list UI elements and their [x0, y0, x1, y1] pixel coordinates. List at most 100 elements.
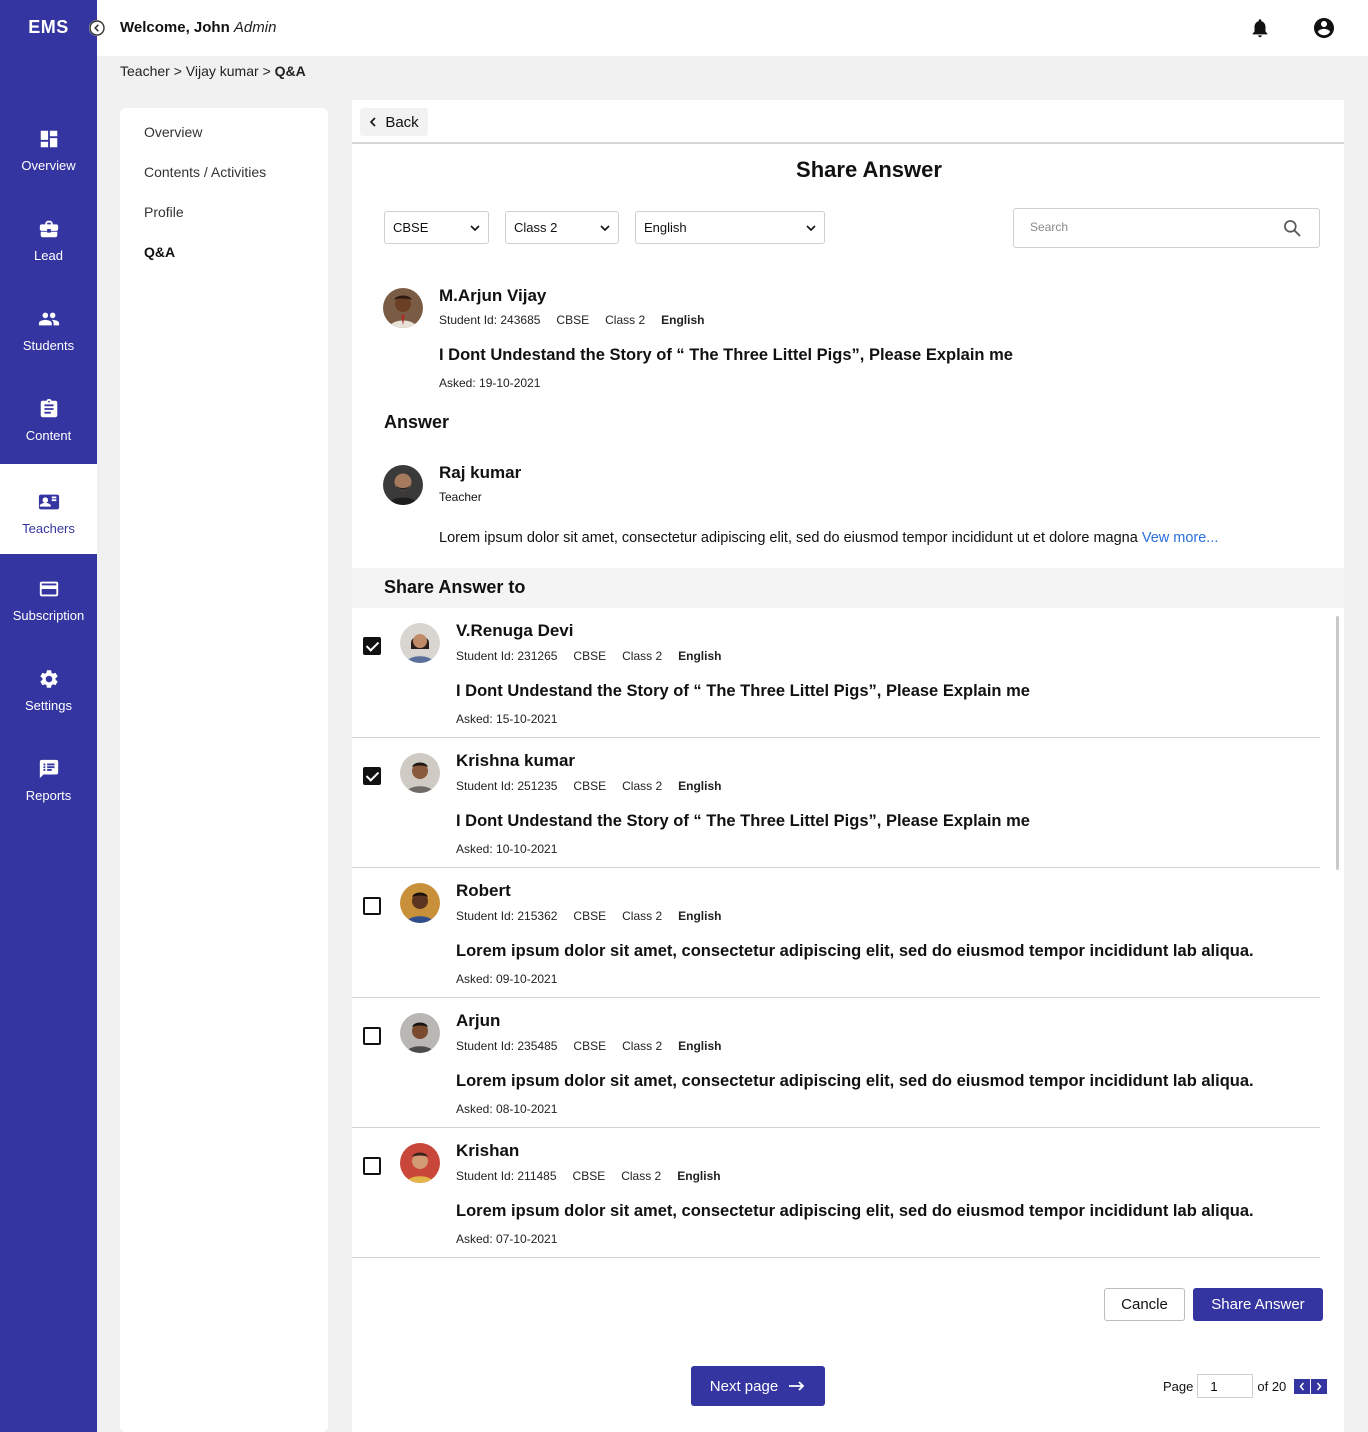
share-checkbox[interactable] — [363, 767, 381, 785]
account-icon[interactable] — [1312, 16, 1336, 40]
nav-item-overview[interactable]: Overview — [0, 101, 97, 191]
page-total: of 20 — [1257, 1378, 1287, 1394]
nav-item-teachers[interactable]: Teachers — [0, 464, 97, 554]
cancel-button[interactable]: Cancle — [1104, 1288, 1185, 1321]
prev-page-button[interactable] — [1294, 1378, 1311, 1394]
board-select[interactable]: CBSE — [384, 211, 489, 244]
nav-label: Subscription — [12, 608, 85, 623]
search-input[interactable] — [1030, 220, 1270, 234]
question-meta: Student Id: 243685 CBSE Class 2 English — [439, 313, 704, 327]
answer-body: Lorem ipsum dolor sit amet, consectetur … — [439, 530, 1138, 546]
next-page-button[interactable]: Next page — [691, 1366, 825, 1406]
question-text: Lorem ipsum dolor sit amet, consectetur … — [456, 1202, 1254, 1220]
board-tag: CBSE — [572, 1169, 606, 1183]
list-scrollbar[interactable] — [1336, 616, 1339, 870]
subject-tag: English — [677, 1169, 721, 1183]
submenu-contents-activities[interactable]: Contents / Activities — [144, 164, 266, 180]
share-checkbox[interactable] — [363, 1157, 381, 1175]
nav-item-lead[interactable]: Lead — [0, 191, 97, 281]
student-id: Student Id: 243685 — [439, 313, 541, 327]
student-name: Krishna kumar — [456, 751, 576, 770]
asked-date: Asked: 09-10-2021 — [456, 972, 558, 986]
nav-item-reports[interactable]: Reports — [0, 731, 97, 821]
arrow-right-icon — [789, 1381, 805, 1391]
avatar — [383, 465, 423, 505]
share-row: Robert Student Id: 215362 CBSE Class 2 E… — [352, 868, 1320, 998]
subject-tag: English — [678, 779, 722, 793]
back-bar: Back — [352, 100, 1344, 144]
view-more-link[interactable]: Vew more... — [1142, 530, 1219, 546]
breadcrumb-teacher-name[interactable]: Vijay kumar — [186, 63, 259, 79]
nav-item-content[interactable]: Content — [0, 371, 97, 461]
next-page-arrow-button[interactable] — [1311, 1378, 1328, 1394]
page-label: Page — [1163, 1378, 1194, 1394]
chevron-down-icon — [806, 224, 816, 231]
gear-icon — [39, 670, 58, 688]
nav-label: Teachers — [22, 521, 75, 536]
student-meta: Student Id: 231265 CBSE Class 2 English — [456, 649, 721, 663]
search-icon[interactable] — [1282, 218, 1302, 238]
question-text: I Dont Undestand the Story of “ The Thre… — [439, 346, 1013, 364]
people-icon — [38, 312, 59, 326]
class-tag: Class 2 — [622, 649, 663, 663]
student-id: Student Id: 211485 — [456, 1169, 557, 1183]
class-select[interactable]: Class 2 — [505, 211, 619, 244]
board-select-value: CBSE — [393, 220, 429, 235]
board-tag: CBSE — [573, 649, 607, 663]
class-tag: Class 2 — [622, 779, 663, 793]
student-meta: Student Id: 211485 CBSE Class 2 English — [456, 1169, 721, 1183]
student-name: Arjun — [456, 1011, 501, 1030]
submenu-qa[interactable]: Q&A — [144, 244, 175, 260]
bell-icon[interactable] — [1249, 17, 1271, 39]
teacher-submenu: Overview Contents / Activities Profile Q… — [120, 108, 328, 1432]
report-chat-icon — [39, 759, 58, 779]
submenu-overview[interactable]: Overview — [144, 124, 202, 140]
asked-date: Asked: 07-10-2021 — [456, 1232, 558, 1246]
student-meta: Student Id: 215362 CBSE Class 2 English — [456, 909, 721, 923]
user-role: Admin — [233, 19, 277, 36]
page-title: Share Answer — [796, 157, 942, 182]
avatar — [400, 623, 440, 663]
nav-item-students[interactable]: Students — [0, 281, 97, 371]
board-tag: CBSE — [556, 313, 590, 327]
subject-select[interactable]: English — [635, 211, 825, 244]
share-answer-button[interactable]: Share Answer — [1193, 1288, 1323, 1321]
asked-date: Asked: 08-10-2021 — [456, 1102, 558, 1116]
share-checkbox[interactable] — [363, 897, 381, 915]
next-page-label: Next page — [709, 1377, 779, 1395]
avatar — [400, 753, 440, 793]
page-number-input[interactable] — [1197, 1374, 1254, 1398]
briefcase-icon — [39, 220, 58, 238]
submenu-profile[interactable]: Profile — [144, 204, 184, 220]
teacher-role: Teacher — [439, 490, 482, 504]
welcome-user: Welcome, John — [120, 19, 230, 36]
question-asked-date: Asked: 19-10-2021 — [439, 376, 541, 390]
student-meta: Student Id: 235485 CBSE Class 2 English — [456, 1039, 721, 1053]
asked-date: Asked: 10-10-2021 — [456, 842, 558, 856]
question-text: Lorem ipsum dolor sit amet, consectetur … — [456, 942, 1254, 960]
dashboard-icon — [40, 130, 57, 148]
share-checkbox[interactable] — [363, 637, 381, 655]
share-to-heading: Share Answer to — [384, 577, 526, 597]
nav-item-settings[interactable]: Settings — [0, 641, 97, 731]
breadcrumb-separator: > — [262, 63, 271, 79]
student-id: Student Id: 215362 — [456, 909, 558, 923]
share-checkbox[interactable] — [363, 1027, 381, 1045]
breadcrumb-teacher[interactable]: Teacher — [120, 63, 170, 79]
subject-tag: English — [661, 313, 705, 327]
nav-label: Reports — [25, 788, 72, 803]
class-select-value: Class 2 — [514, 220, 558, 235]
app-logo: EMS — [28, 17, 69, 37]
avatar — [400, 1013, 440, 1053]
collapse-sidebar-button[interactable] — [89, 20, 105, 36]
chevron-right-icon — [1317, 1382, 1322, 1390]
question-student-name: M.Arjun Vijay — [439, 286, 547, 305]
nav-item-subscription[interactable]: Subscription — [0, 551, 97, 641]
student-meta: Student Id: 251235 CBSE Class 2 English — [456, 779, 721, 793]
teacher-name: Raj kumar — [439, 463, 522, 482]
answer-text: Lorem ipsum dolor sit amet, consectetur … — [439, 530, 1218, 546]
student-id: Student Id: 231265 — [456, 649, 558, 663]
back-button[interactable]: Back — [360, 108, 428, 136]
welcome-text: Welcome, John Admin — [120, 19, 276, 36]
question-text: I Dont Undestand the Story of “ The Thre… — [456, 812, 1030, 830]
